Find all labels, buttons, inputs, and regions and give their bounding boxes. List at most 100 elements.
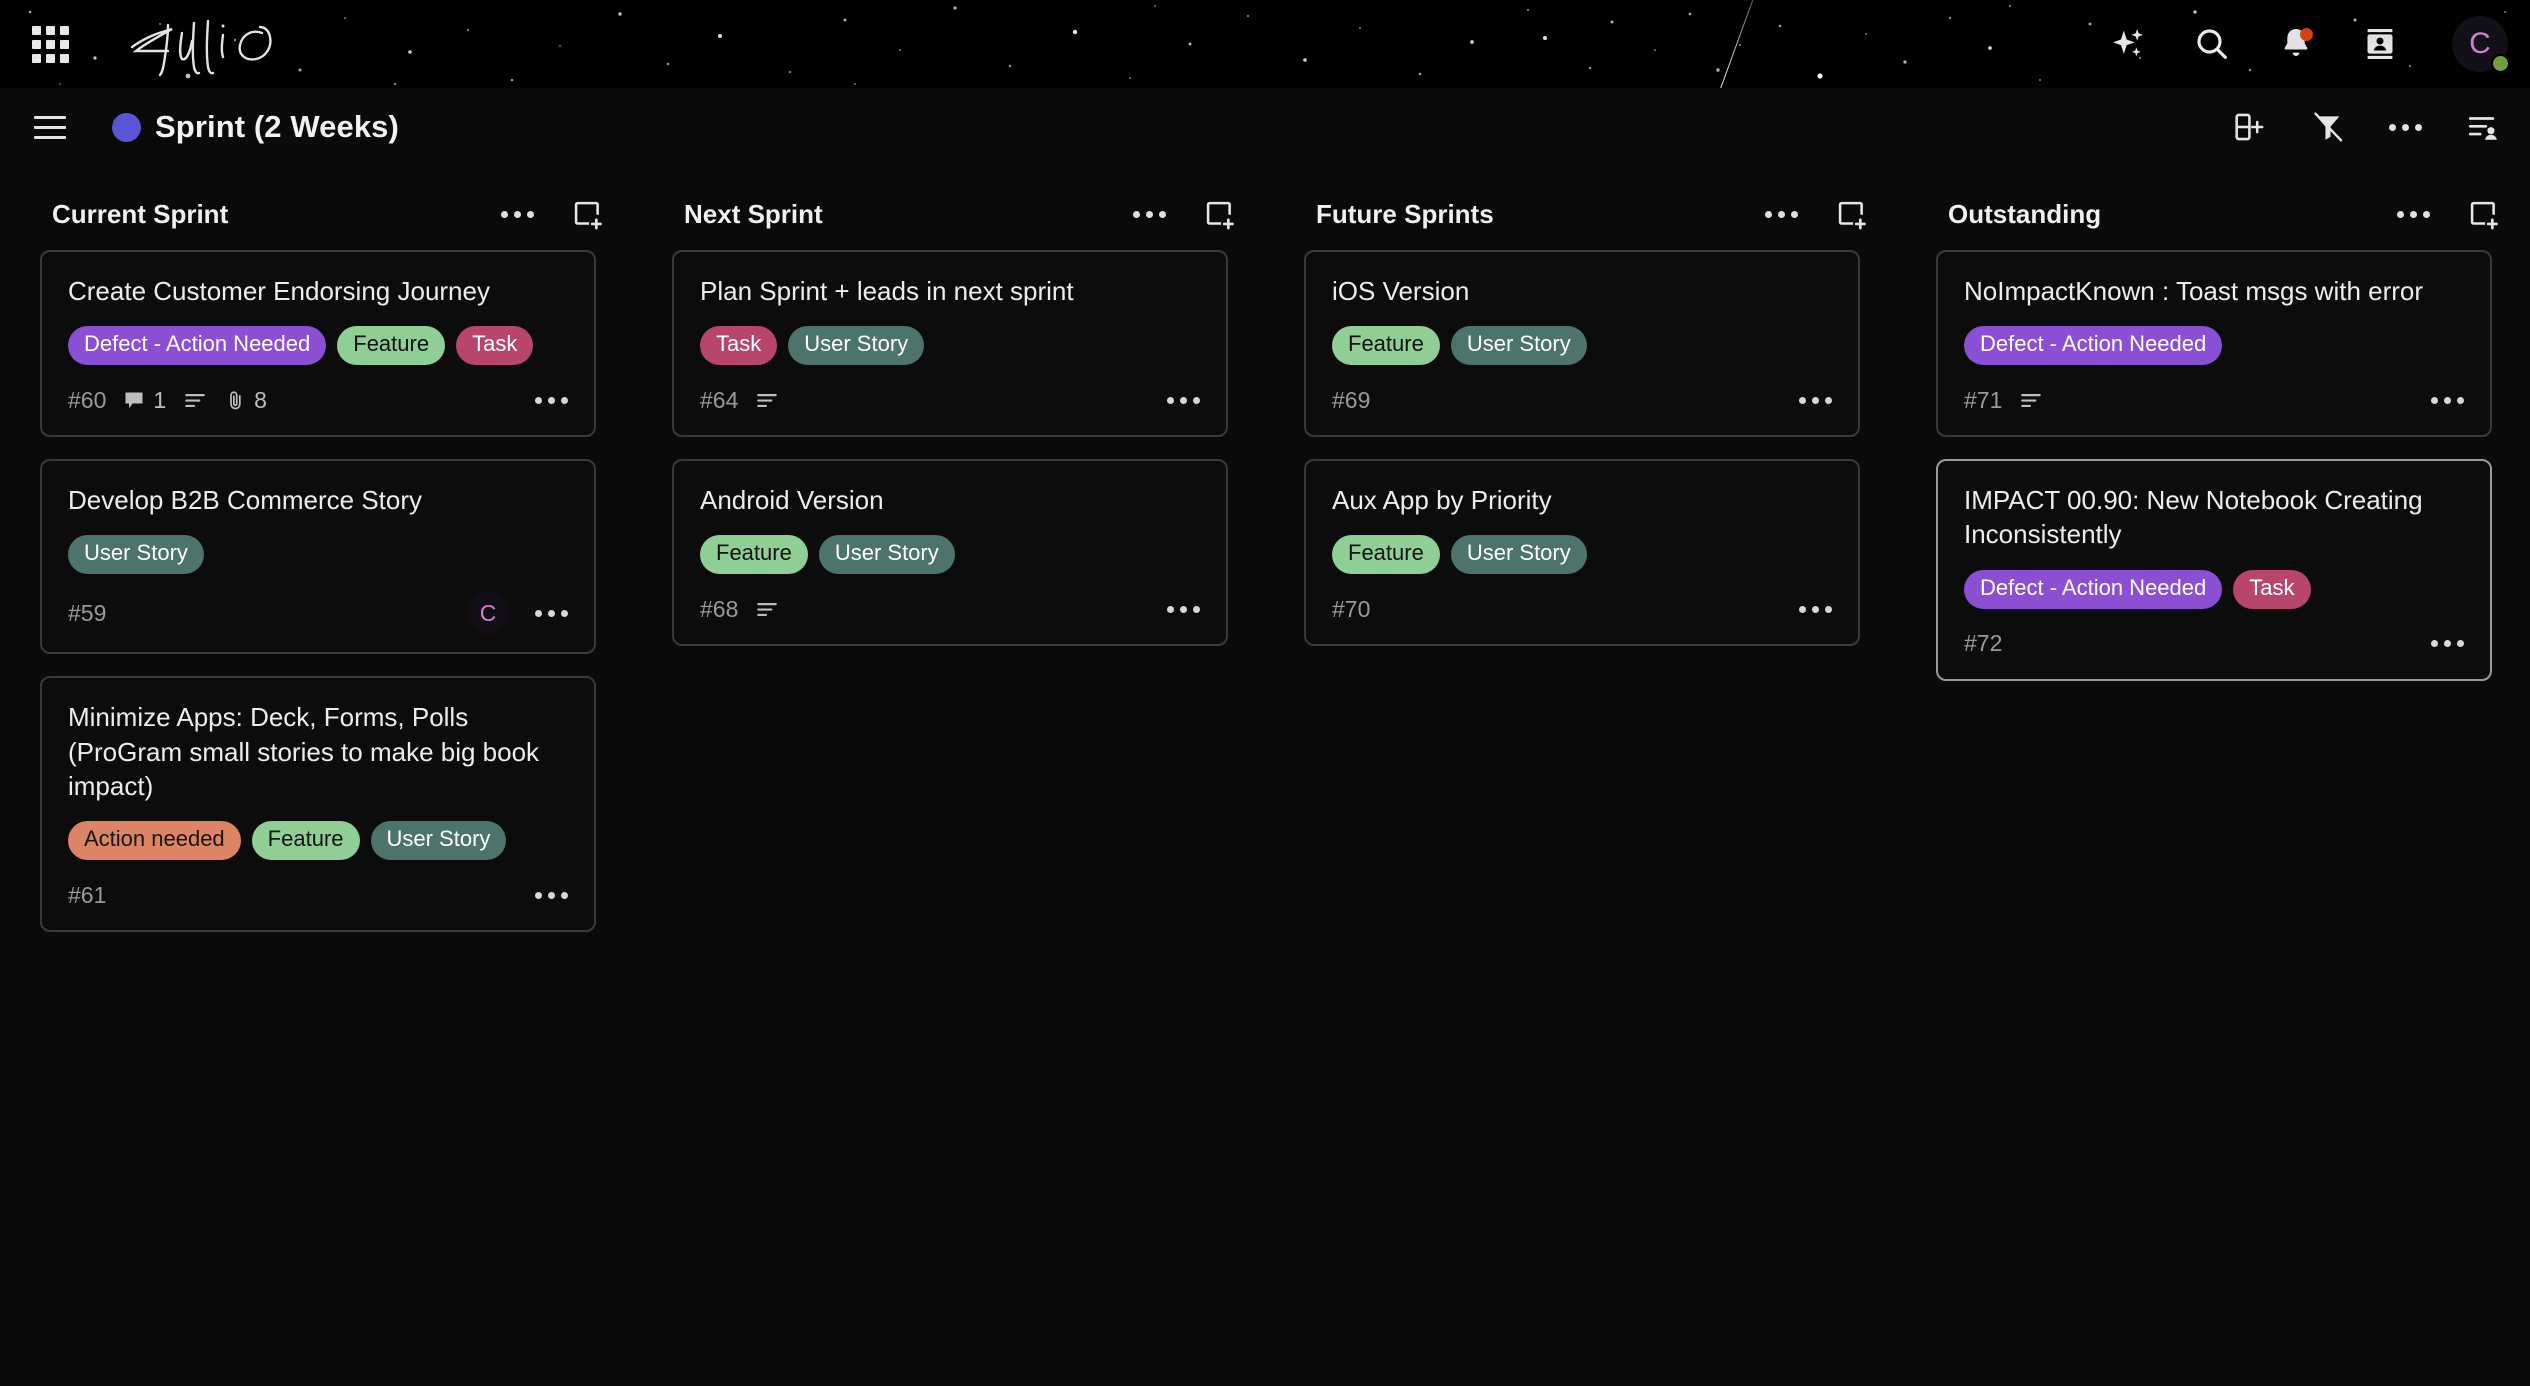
card-title: IMPACT 00.90: New Notebook Creating Inco… (1964, 485, 2423, 550)
card-tags: Action needed Feature User Story (68, 821, 568, 861)
card-id: #72 (1964, 630, 2003, 657)
attachment-icon[interactable]: 8 (224, 387, 267, 414)
column-card-list: iOS Version Feature User Story #69 Aux App b… (1264, 250, 1896, 647)
attachment-count: 8 (254, 386, 267, 413)
card-tag[interactable]: Task (2233, 569, 2311, 609)
card-title: Plan Sprint + leads in next sprint (700, 276, 1074, 306)
column-card-list: Create Customer Endorsing Journey Defect … (0, 250, 632, 933)
card-tag[interactable]: Feature (337, 326, 446, 366)
card-more-icon[interactable] (1157, 600, 1200, 619)
card-meta: #64 (700, 383, 1200, 417)
description-icon (754, 596, 780, 622)
card-tag[interactable]: User Story (370, 821, 507, 861)
card-more-icon[interactable] (525, 886, 568, 905)
card-tag[interactable]: Defect - Action Needed (68, 326, 327, 366)
column-header: Outstanding (1896, 178, 2528, 250)
column-more-icon[interactable] (2395, 205, 2432, 224)
card-id: #59 (68, 599, 107, 626)
avatar-status-dot (2491, 54, 2510, 73)
column-more-icon[interactable] (1763, 205, 1800, 224)
card-tag[interactable]: Task (456, 326, 534, 366)
kanban-card[interactable]: Minimize Apps: Deck, Forms, Polls (ProGr… (40, 676, 596, 933)
column-header: Next Sprint (632, 178, 1264, 250)
description-icon (2018, 387, 2044, 413)
card-id: #61 (68, 881, 107, 908)
card-id: #69 (1332, 386, 1371, 413)
kanban-card[interactable]: iOS Version Feature User Story #69 (1304, 250, 1860, 438)
card-tag[interactable]: User Story (1450, 535, 1587, 575)
card-more-icon[interactable] (2421, 391, 2464, 410)
card-meta: #61 (68, 878, 568, 912)
card-title: Android Version (700, 485, 884, 516)
avatar[interactable]: C (2452, 16, 2510, 73)
card-assignee-avatar[interactable]: C (467, 592, 509, 635)
card-meta: #59 C (68, 592, 568, 635)
add-card-icon[interactable] (2466, 197, 2500, 231)
card-tag[interactable]: Feature (700, 535, 808, 575)
card-tags: User Story (68, 535, 568, 575)
card-id: #70 (1332, 595, 1371, 622)
meteor-streak (1719, 0, 1772, 88)
kanban-card[interactable]: IMPACT 00.90: New Notebook Creating Inco… (1936, 459, 2492, 681)
card-tag[interactable]: Feature (1332, 326, 1440, 366)
board-more-icon[interactable] (2387, 118, 2424, 137)
column-title: Outstanding (1948, 198, 2102, 229)
column-more-icon[interactable] (1131, 205, 1168, 224)
notification-badge (2300, 28, 2313, 41)
card-tag[interactable]: User Story (788, 326, 925, 366)
kanban-board: Current Sprint Create Customer Endorsing … (0, 166, 2530, 1386)
kanban-card[interactable]: Plan Sprint + leads in next sprint Task Us… (672, 250, 1228, 438)
card-tag[interactable]: User Story (1450, 326, 1587, 366)
card-tag[interactable]: User Story (818, 535, 955, 575)
add-card-icon[interactable] (1834, 197, 1868, 231)
group-by-assignee-icon[interactable] (2462, 106, 2504, 148)
search-icon[interactable] (2192, 24, 2232, 64)
card-tag[interactable]: Feature (1332, 535, 1440, 575)
card-more-icon[interactable] (525, 604, 568, 623)
card-id: #64 (700, 386, 739, 413)
card-more-icon[interactable] (1157, 391, 1200, 410)
brand-logo[interactable] (124, 9, 324, 79)
card-tag[interactable]: Feature (251, 821, 360, 861)
kanban-card[interactable]: Create Customer Endorsing Journey Defect … (40, 250, 596, 438)
board-column: Current Sprint Create Customer Endorsing … (0, 178, 632, 1386)
card-tags: Feature User Story (700, 535, 1200, 575)
column-more-icon[interactable] (499, 205, 536, 224)
card-tags: Defect - Action Needed Feature Task (68, 326, 568, 366)
description-icon (182, 387, 208, 413)
card-tag[interactable]: Defect - Action Needed (1964, 569, 2223, 609)
kanban-card[interactable]: Aux App by Priority Feature User Story #70 (1304, 459, 1860, 647)
description-icon (754, 387, 780, 413)
card-tags: Defect - Action Needed (1964, 326, 2464, 366)
card-tag[interactable]: Task (700, 326, 778, 366)
add-card-icon[interactable] (1202, 197, 1236, 231)
card-meta: #68 (700, 592, 1200, 626)
card-more-icon[interactable] (1789, 600, 1832, 619)
add-column-icon[interactable] (2227, 106, 2269, 148)
board-column: Future Sprints iOS Version Feature User Sto… (1264, 178, 1896, 1386)
card-title: Minimize Apps: Deck, Forms, Polls (ProGr… (68, 702, 540, 801)
comment-icon[interactable]: 1 (122, 387, 166, 414)
card-more-icon[interactable] (1789, 391, 1832, 410)
card-id: #71 (1964, 386, 2003, 413)
card-more-icon[interactable] (525, 391, 568, 410)
ai-sparkle-icon[interactable] (2108, 24, 2148, 64)
card-tags: Feature User Story (1332, 326, 1832, 366)
card-id: #60 (68, 386, 107, 413)
add-card-icon[interactable] (570, 197, 604, 231)
hamburger-menu-icon[interactable] (34, 104, 80, 150)
contacts-icon[interactable] (2360, 24, 2400, 64)
kanban-card[interactable]: Android Version Feature User Story #68 (672, 459, 1228, 647)
apps-grid-icon[interactable] (14, 0, 86, 88)
card-more-icon[interactable] (2421, 634, 2464, 653)
kanban-card[interactable]: Develop B2B Commerce Story User Story #59 C (40, 459, 596, 655)
card-tag[interactable]: User Story (68, 535, 204, 575)
card-tag[interactable]: Action needed (68, 821, 241, 861)
card-tag[interactable]: Defect - Action Needed (1964, 326, 2223, 366)
card-title: Aux App by Priority (1332, 485, 1552, 516)
kanban-card[interactable]: NoImpactKnown : Toast msgs with error Def… (1936, 250, 2492, 438)
column-title: Current Sprint (52, 198, 229, 229)
notifications-bell-icon[interactable] (2276, 24, 2316, 64)
filter-off-icon[interactable] (2307, 106, 2349, 148)
column-title: Next Sprint (684, 198, 823, 229)
